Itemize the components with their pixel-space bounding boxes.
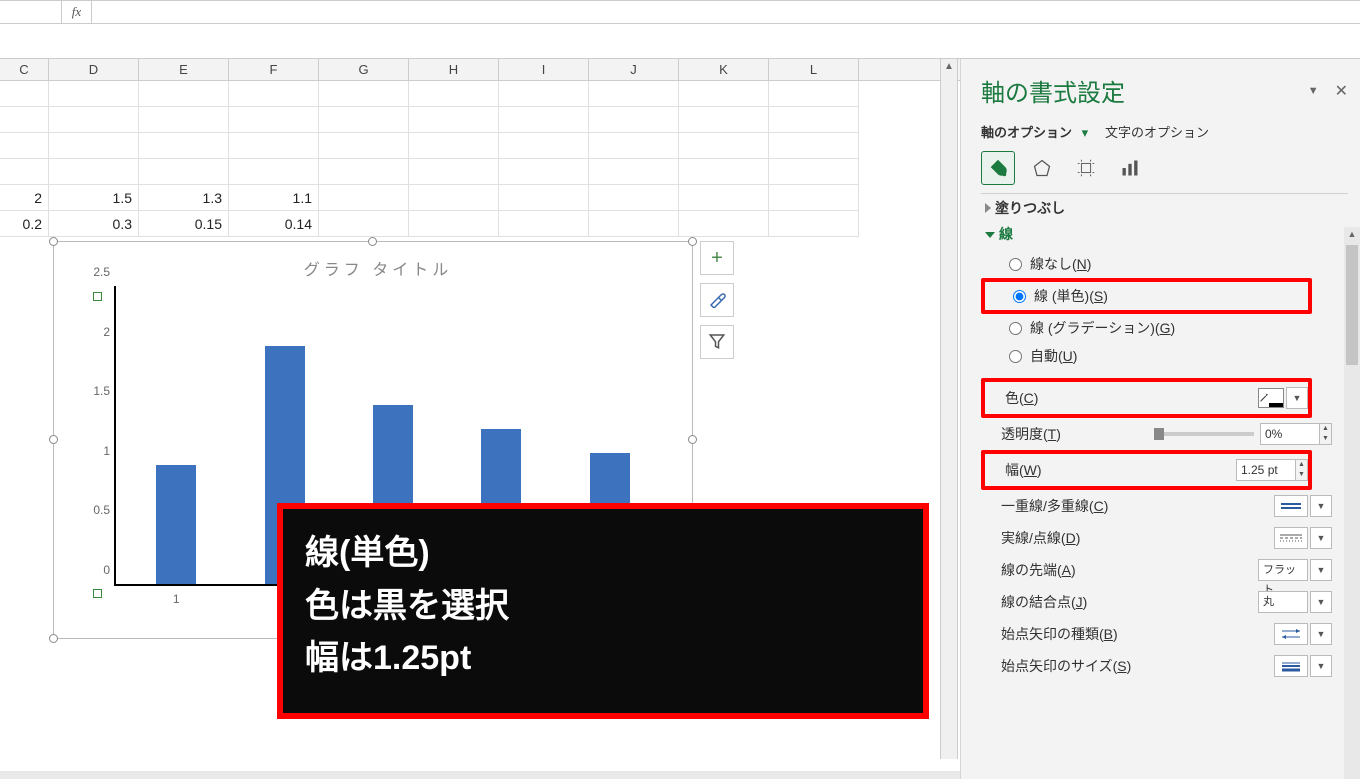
prop-cap: 線の先端(A) フラット▼ (981, 554, 1332, 586)
col-header[interactable]: F (229, 59, 319, 80)
chart-title[interactable]: グラフ タイトル (84, 256, 672, 280)
arrow-begin-type-picker[interactable] (1274, 623, 1308, 645)
scroll-up-icon[interactable]: ▲ (1344, 227, 1360, 243)
bar[interactable] (156, 465, 196, 584)
transparency-input[interactable]: 0% (1260, 423, 1320, 445)
close-icon[interactable]: ✕ (1335, 81, 1348, 101)
prop-join: 線の結合点(J) 丸▼ (981, 586, 1332, 618)
x-tick: 1 (173, 592, 180, 606)
plus-icon: + (711, 247, 723, 270)
col-header[interactable]: G (319, 59, 409, 80)
dropdown-icon[interactable]: ▼ (1310, 623, 1332, 645)
chart-filter-button[interactable] (700, 325, 734, 359)
data-row: 2 1.5 1.3 1.1 (0, 185, 960, 211)
cell[interactable]: 2 (0, 185, 49, 211)
scrollbar-thumb[interactable] (1346, 245, 1358, 365)
col-header[interactable]: L (769, 59, 859, 80)
fill-section-header[interactable]: 塗りつぶし (981, 198, 1332, 218)
dropdown-icon[interactable]: ▼ (1310, 559, 1332, 581)
dropdown-icon[interactable]: ▼ (1310, 591, 1332, 613)
radio-line-solid[interactable]: 線 (単色)(S) (1013, 282, 1308, 310)
data-row: 0.2 0.3 0.15 0.14 (0, 211, 960, 237)
dash-type-picker[interactable] (1274, 527, 1308, 549)
transparency-slider[interactable] (1154, 432, 1254, 436)
formula-bar: fx (0, 0, 1360, 24)
pane-dropdown-icon[interactable]: ▼ (1308, 85, 1319, 97)
prop-arrow-begin-type: 始点矢印の種類(B) ▼ (981, 618, 1332, 650)
spinner[interactable]: ▲▼ (1296, 459, 1308, 481)
y-tick: 2.5 (84, 265, 110, 279)
cap-type-select[interactable]: フラット (1258, 559, 1308, 581)
col-header[interactable]: H (409, 59, 499, 80)
cell[interactable]: 1.1 (229, 185, 319, 211)
pane-category-icons (981, 151, 1348, 185)
y-tick: 1.5 (84, 384, 110, 398)
scroll-up-icon[interactable]: ▲ (941, 59, 957, 77)
size-properties-icon[interactable] (1069, 151, 1103, 185)
name-box[interactable] (0, 1, 62, 23)
join-type-select[interactable]: 丸 (1258, 591, 1308, 613)
fill-line-icon[interactable] (981, 151, 1015, 185)
chart-tool-buttons: + (700, 241, 734, 367)
compound-line-picker[interactable] (1274, 495, 1308, 517)
chevron-down-icon: ▾ (1082, 125, 1089, 140)
col-header[interactable]: I (499, 59, 589, 80)
cell[interactable]: 1.3 (139, 185, 229, 211)
vertical-scrollbar[interactable]: ▲ (940, 59, 958, 759)
column-headers: C D E F G H I J K L (0, 59, 960, 81)
annotation-overlay: 線(単色) 色は黒を選択 幅は1.25pt (277, 503, 929, 719)
cell[interactable]: 0.3 (49, 211, 139, 237)
fx-icon[interactable]: fx (62, 1, 92, 23)
col-header[interactable]: D (49, 59, 139, 80)
dropdown-icon[interactable]: ▼ (1310, 495, 1332, 517)
line-section-header[interactable]: 線 (981, 224, 1332, 244)
cell[interactable]: 0.2 (0, 211, 49, 237)
spinner[interactable]: ▲▼ (1320, 423, 1332, 445)
y-tick: 0.5 (84, 503, 110, 517)
pane-title: 軸の書式設定 ▼ ✕ (981, 73, 1348, 108)
y-tick: 2 (84, 325, 110, 339)
annotation-line: 色は黒を選択 (305, 580, 901, 633)
radio-line-none[interactable]: 線なし(N) (1009, 250, 1332, 278)
prop-transparency: 透明度(T) 0% ▲▼ (981, 418, 1332, 450)
col-header[interactable]: K (679, 59, 769, 80)
chart-styles-button[interactable] (700, 283, 734, 317)
arrow-begin-size-picker[interactable] (1274, 655, 1308, 677)
cell[interactable]: 0.14 (229, 211, 319, 237)
dropdown-icon[interactable]: ▼ (1286, 387, 1308, 409)
tab-axis-options[interactable]: 軸のオプション (981, 125, 1072, 140)
axis-options-icon[interactable] (1113, 151, 1147, 185)
annotation-line: 幅は1.25pt (305, 632, 901, 685)
prop-color: 色(C) ▼ (985, 382, 1308, 414)
annotation-line: 線(単色) (305, 527, 901, 580)
col-header[interactable]: J (589, 59, 679, 80)
pane-scrollbar[interactable]: ▲ (1344, 227, 1360, 779)
funnel-icon (708, 332, 726, 353)
effects-icon[interactable] (1025, 151, 1059, 185)
col-header[interactable]: E (139, 59, 229, 80)
horizontal-scrollbar[interactable] (0, 771, 960, 779)
y-tick: 0 (84, 563, 110, 577)
brush-icon (708, 290, 726, 311)
prop-arrow-begin-size: 始点矢印のサイズ(S) ▼ (981, 650, 1332, 682)
cell[interactable]: 0.15 (139, 211, 229, 237)
dropdown-icon[interactable]: ▼ (1310, 527, 1332, 549)
cell[interactable]: 1.5 (49, 185, 139, 211)
color-picker[interactable] (1258, 388, 1284, 408)
pane-tabs: 軸のオプション ▾ 文字のオプション (981, 122, 1348, 141)
prop-width: 幅(W) 1.25 pt ▲▼ (985, 454, 1308, 486)
width-input[interactable]: 1.25 pt (1236, 459, 1296, 481)
prop-compound: 一重線/多重線(C) ▼ (981, 490, 1332, 522)
radio-line-gradient[interactable]: 線 (グラデーション)(G) (1009, 314, 1332, 342)
ribbon-gap (0, 24, 1360, 59)
format-axis-pane: 軸の書式設定 ▼ ✕ 軸のオプション ▾ 文字のオプション 塗りつぶし 線 線な… (960, 59, 1360, 779)
prop-dash: 実線/点線(D) ▼ (981, 522, 1332, 554)
chart-add-element-button[interactable]: + (700, 241, 734, 275)
y-tick: 1 (84, 444, 110, 458)
formula-input[interactable] (92, 1, 1360, 23)
tab-text-options[interactable]: 文字のオプション (1105, 125, 1209, 140)
radio-line-auto[interactable]: 自動(U) (1009, 342, 1332, 370)
dropdown-icon[interactable]: ▼ (1310, 655, 1332, 677)
col-header[interactable]: C (0, 59, 49, 80)
